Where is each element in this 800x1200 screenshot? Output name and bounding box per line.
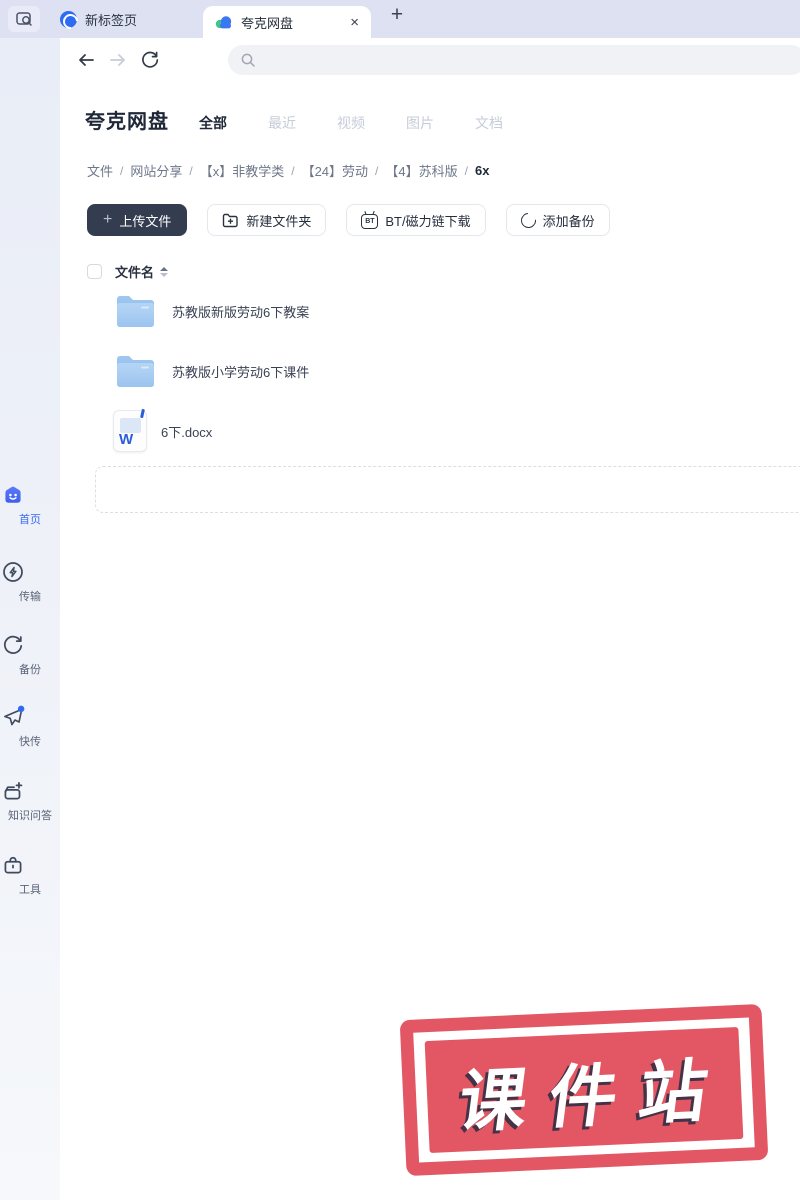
new-tab-button[interactable]: + bbox=[382, 3, 412, 27]
folder-icon bbox=[113, 351, 158, 391]
watermark-text: 课件站 bbox=[454, 1051, 734, 1141]
folder-plus-icon bbox=[222, 213, 239, 228]
new-folder-button[interactable]: 新建文件夹 bbox=[207, 204, 327, 236]
sidebar-item-label: 传输 bbox=[19, 591, 41, 603]
bt-magnet-download-button[interactable]: BT BT/磁力链下载 bbox=[346, 204, 486, 236]
close-tab-icon[interactable]: × bbox=[348, 14, 361, 31]
sidebar-item-quick-transfer[interactable]: 快传 bbox=[0, 704, 60, 749]
table-row[interactable]: 苏教版新版劳动6下教案 bbox=[60, 281, 800, 341]
sidebar-item-home[interactable]: 首页 bbox=[0, 482, 60, 527]
tab-quark-drive[interactable]: 夸克网盘 × bbox=[203, 6, 371, 38]
quark-browser-logo-icon bbox=[60, 10, 77, 28]
file-list-header: 文件名 bbox=[60, 262, 800, 281]
sidebar-item-knowledge-qa[interactable]: 知识问答 bbox=[0, 778, 60, 823]
sidebar-item-label: 快传 bbox=[19, 736, 41, 748]
browser-tab-bar: 新标签页 夸克网盘 × + bbox=[0, 0, 800, 38]
app-sidebar: 首页 传输 备份 快传 知识问答 工具 bbox=[0, 38, 60, 1200]
bt-download-label: BT/磁力链下载 bbox=[385, 213, 471, 229]
breadcrumb-separator: / bbox=[464, 163, 468, 178]
watermark-stamp-fill: 课件站 bbox=[424, 1026, 744, 1154]
file-name[interactable]: 6下.docx bbox=[161, 422, 212, 441]
sidebar-item-label: 首页 bbox=[19, 514, 41, 526]
file-toolbar: + 上传文件 新建文件夹 BT BT/磁力链下载 添加备份 bbox=[60, 204, 800, 236]
breadcrumb: 文件 / 网站分享 / 【x】非教学类 / 【24】劳动 / 【4】苏科版 / … bbox=[60, 161, 800, 180]
watermark-stamp: 课件站 bbox=[399, 1003, 769, 1177]
sync-icon bbox=[517, 209, 539, 231]
sort-icon[interactable] bbox=[160, 266, 169, 277]
file-name[interactable]: 苏教版新版劳动6下教案 bbox=[172, 302, 309, 321]
upload-file-label: 上传文件 bbox=[119, 213, 172, 229]
tab-title: 新标签页 bbox=[85, 12, 138, 28]
send-plane-icon bbox=[0, 704, 60, 730]
sidebar-item-transfer[interactable]: 传输 bbox=[0, 559, 60, 604]
tab-title: 夸克网盘 bbox=[241, 15, 294, 31]
sidebar-item-label: 知识问答 bbox=[8, 810, 52, 822]
home-icon bbox=[0, 482, 60, 508]
breadcrumb-item[interactable]: 【24】劳动 bbox=[302, 161, 368, 180]
tab-search-button[interactable] bbox=[8, 6, 40, 32]
tab-recent[interactable]: 最近 bbox=[268, 113, 296, 133]
sidebar-item-label: 工具 bbox=[19, 884, 41, 896]
breadcrumb-separator: / bbox=[120, 163, 124, 178]
tab-all[interactable]: 全部 bbox=[199, 113, 227, 133]
bt-magnet-icon: BT bbox=[361, 213, 379, 229]
file-list: 苏教版新版劳动6下教案 苏教版小学劳动6下课件 W 6下.docx bbox=[60, 281, 800, 461]
transfer-icon bbox=[0, 559, 60, 585]
drop-zone[interactable] bbox=[95, 466, 800, 513]
drive-filter-tabs: 全部 最近 视频 图片 文档 bbox=[199, 113, 503, 133]
folder-icon bbox=[113, 291, 158, 331]
breadcrumb-item[interactable]: 【4】苏科版 bbox=[385, 161, 457, 180]
tab-document[interactable]: 文档 bbox=[475, 113, 503, 133]
page-title: 夸克网盘 bbox=[85, 111, 169, 133]
forward-icon[interactable] bbox=[102, 51, 134, 69]
sidebar-item-tools[interactable]: 工具 bbox=[0, 852, 60, 897]
address-search-input[interactable] bbox=[264, 52, 664, 68]
backup-sync-icon bbox=[0, 632, 60, 658]
filename-column-header[interactable]: 文件名 bbox=[115, 262, 154, 281]
add-backup-button[interactable]: 添加备份 bbox=[505, 204, 610, 236]
plus-icon: + bbox=[103, 211, 113, 228]
breadcrumb-separator: / bbox=[375, 163, 379, 178]
new-folder-label: 新建文件夹 bbox=[246, 213, 312, 229]
upload-file-button[interactable]: + 上传文件 bbox=[87, 204, 188, 236]
back-icon[interactable] bbox=[70, 51, 102, 69]
breadcrumb-item[interactable]: 【x】非教学类 bbox=[200, 161, 285, 180]
tab-new-tab-page[interactable]: 新标签页 bbox=[60, 10, 137, 29]
breadcrumb-separator: / bbox=[291, 163, 295, 178]
table-row[interactable]: 苏教版小学劳动6下课件 bbox=[60, 341, 800, 401]
drive-main-panel: 夸克网盘 全部 最近 视频 图片 文档 文件 / 网站分享 / 【x】非教学类 … bbox=[60, 82, 800, 513]
quark-drive-cloud-icon bbox=[215, 15, 233, 29]
breadcrumb-item[interactable]: 文件 bbox=[87, 161, 113, 180]
add-backup-label: 添加备份 bbox=[542, 213, 595, 229]
breadcrumb-current: 6x bbox=[474, 163, 490, 178]
breadcrumb-item[interactable]: 网站分享 bbox=[130, 161, 182, 180]
file-name[interactable]: 苏教版小学劳动6下课件 bbox=[172, 362, 309, 381]
tab-video[interactable]: 视频 bbox=[337, 113, 365, 133]
breadcrumb-separator: / bbox=[189, 163, 193, 178]
knowledge-box-icon bbox=[0, 778, 60, 804]
tab-image[interactable]: 图片 bbox=[406, 113, 434, 133]
select-all-checkbox[interactable] bbox=[87, 264, 102, 279]
table-row[interactable]: W 6下.docx bbox=[60, 401, 800, 461]
word-document-icon: W bbox=[113, 408, 147, 452]
address-search-bar[interactable] bbox=[228, 45, 800, 75]
navigation-bar bbox=[60, 38, 800, 82]
refresh-icon[interactable] bbox=[134, 50, 166, 70]
toolbox-icon bbox=[0, 852, 60, 878]
sidebar-item-backup[interactable]: 备份 bbox=[0, 632, 60, 677]
tab-search-icon bbox=[15, 11, 33, 27]
search-icon bbox=[240, 52, 256, 68]
sidebar-item-label: 备份 bbox=[19, 664, 41, 676]
